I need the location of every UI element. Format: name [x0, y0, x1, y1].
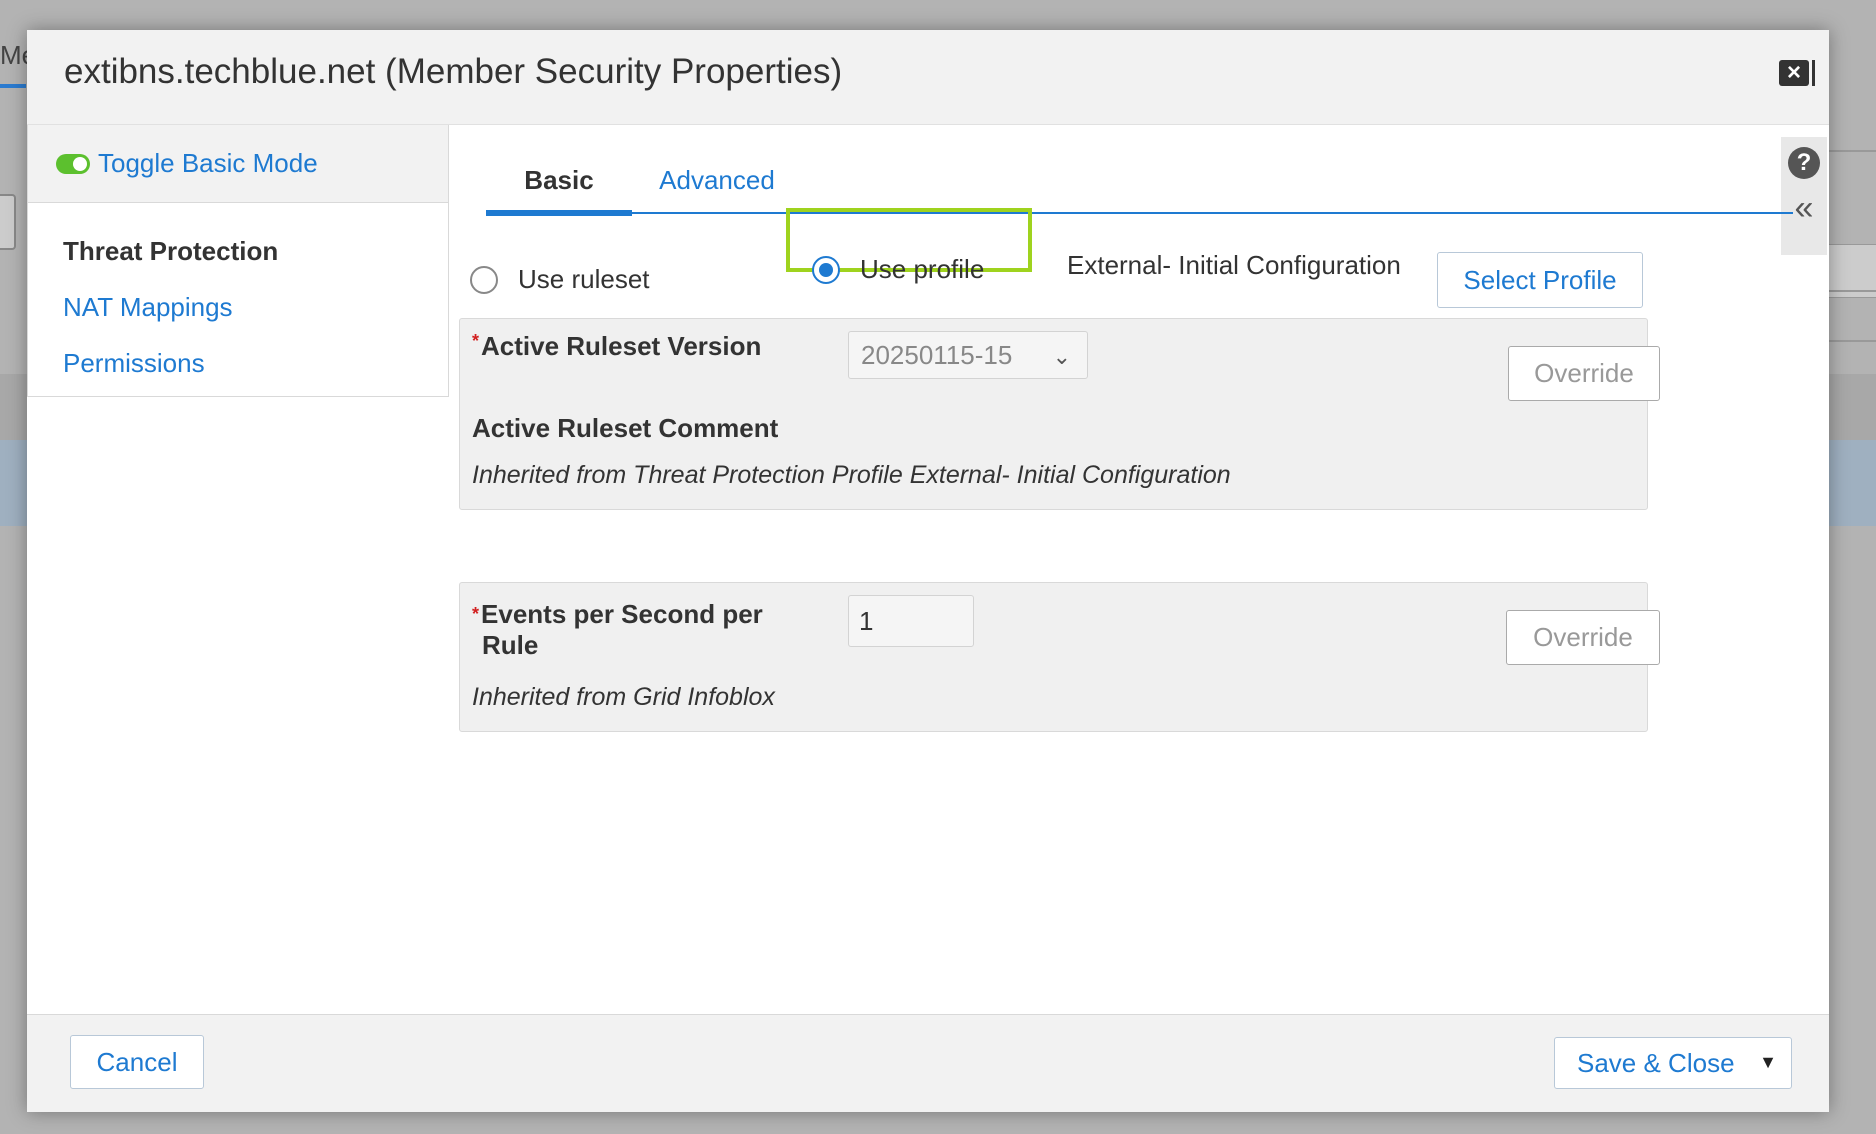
sidebar-nav: Threat Protection NAT Mappings Permissio…	[28, 203, 448, 391]
tab-advanced[interactable]: Advanced	[632, 146, 802, 214]
background-divider	[1828, 150, 1876, 152]
background-row-selected	[0, 440, 28, 526]
use-profile-label: Use profile	[860, 254, 985, 284]
close-button[interactable]: ×	[1779, 58, 1817, 88]
ruleset-panel: *Active Ruleset Version 20250115-15 ⌄ Ov…	[459, 318, 1660, 510]
background-divider	[1828, 340, 1876, 342]
background-divider	[1828, 290, 1876, 292]
active-ruleset-version-label: *Active Ruleset Version	[472, 331, 762, 361]
override-ruleset-button[interactable]: Override	[1508, 346, 1660, 401]
sidebar-item-permissions[interactable]: Permissions	[28, 335, 448, 391]
dialog-title: extibns.techblue.net (Member Security Pr…	[64, 52, 843, 91]
profile-name: External- Initial Configuration	[1067, 250, 1401, 280]
ruleset-inherited-text: Inherited from Threat Protection Profile…	[472, 461, 1231, 489]
events-inherited-text: Inherited from Grid Infoblox	[472, 683, 775, 711]
cancel-button[interactable]: Cancel	[70, 1035, 204, 1089]
sidebar-item-nat-mappings[interactable]: NAT Mappings	[28, 279, 448, 335]
collapse-icon[interactable]: «	[1795, 191, 1814, 225]
sidebar: Toggle Basic Mode Threat Protection NAT …	[27, 125, 449, 397]
ruleset-version-select[interactable]: 20250115-15 ⌄	[848, 331, 1088, 379]
select-profile-button[interactable]: Select Profile	[1437, 252, 1643, 308]
tab-basic[interactable]: Basic	[486, 146, 632, 216]
member-security-dialog: extibns.techblue.net (Member Security Pr…	[27, 30, 1829, 1112]
toggle-switch-icon	[56, 153, 90, 174]
dialog-footer: Cancel Save & Close ▼	[27, 1014, 1829, 1112]
background-row	[1828, 374, 1876, 440]
chevron-down-icon: ⌄	[1052, 344, 1071, 369]
ruleset-version-value: 20250115-15	[861, 339, 1013, 370]
save-and-close-button[interactable]: Save & Close ▼	[1554, 1037, 1792, 1089]
toggle-basic-mode[interactable]: Toggle Basic Mode	[28, 125, 448, 203]
caret-down-icon[interactable]: ▼	[1759, 1052, 1777, 1073]
use-profile-radio[interactable]	[812, 255, 840, 284]
active-ruleset-comment-label: Active Ruleset Comment	[472, 413, 779, 443]
use-profile-option[interactable]: Use profile	[812, 254, 984, 285]
background-control	[0, 194, 16, 250]
use-ruleset-label: Use ruleset	[518, 264, 650, 294]
events-panel: *Events per Second per Rule 1 Override I…	[459, 582, 1660, 732]
dialog-header: extibns.techblue.net (Member Security Pr…	[27, 30, 1829, 125]
events-per-second-input[interactable]: 1	[848, 595, 974, 647]
background-row	[0, 374, 28, 440]
toggle-basic-mode-label: Toggle Basic Mode	[98, 148, 318, 178]
use-ruleset-radio[interactable]	[470, 265, 498, 294]
use-ruleset-option[interactable]: Use ruleset	[470, 264, 650, 295]
override-events-button[interactable]: Override	[1506, 610, 1660, 665]
close-separator	[1812, 60, 1815, 86]
background-tab-underline	[0, 84, 26, 88]
sidebar-item-threat-protection[interactable]: Threat Protection	[28, 223, 448, 279]
events-per-second-label: *Events per Second per Rule	[472, 599, 763, 660]
required-marker: *	[472, 331, 480, 351]
tab-bar: Basic Advanced	[486, 146, 1793, 216]
required-marker: *	[472, 604, 480, 624]
save-and-close-label: Save & Close	[1577, 1047, 1735, 1078]
background-row-selected	[1828, 440, 1876, 526]
close-icon: ×	[1779, 60, 1809, 86]
